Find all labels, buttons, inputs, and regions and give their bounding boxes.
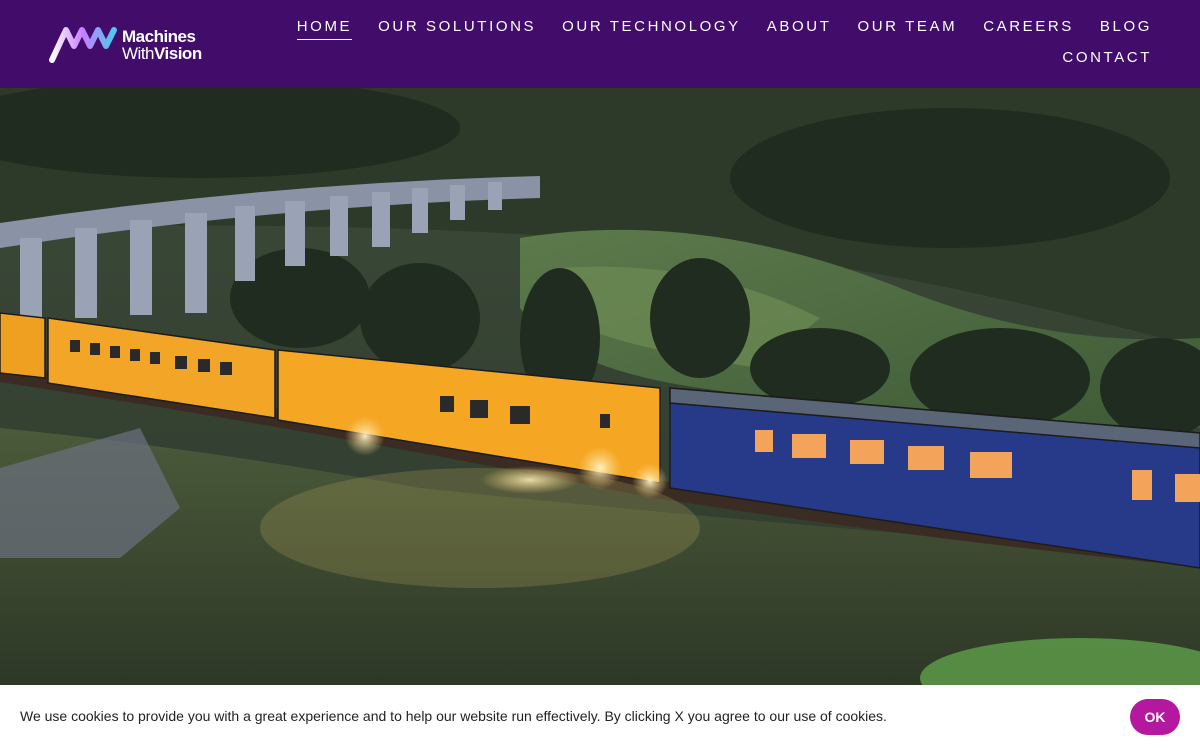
- nav-item-home[interactable]: Home: [296, 18, 353, 40]
- nav-item-blog[interactable]: Blog: [1100, 18, 1152, 40]
- nav-item-about[interactable]: About: [767, 18, 832, 40]
- nav-row-2: Contact: [272, 49, 1152, 70]
- cookie-banner: We use cookies to provide you with a gre…: [0, 685, 1200, 750]
- nav-item-contact[interactable]: Contact: [1062, 49, 1152, 70]
- brand-name-line1: Machines: [122, 27, 196, 46]
- cookie-message: We use cookies to provide you with a gre…: [20, 708, 887, 724]
- hero-image: [0, 88, 1200, 688]
- cookie-ok-button[interactable]: OK: [1130, 699, 1180, 735]
- brand-wordmark: Machines WithVision: [122, 28, 202, 62]
- nav-item-careers[interactable]: Careers: [983, 18, 1074, 40]
- nav-row-1: Home Our Solutions Our Technology About …: [272, 18, 1152, 40]
- nav-item-our-solutions[interactable]: Our Solutions: [378, 18, 536, 40]
- nav-item-our-technology[interactable]: Our Technology: [562, 18, 741, 40]
- hero-train-viaduct-illustration: [0, 88, 1200, 688]
- brand-name-vision: Vision: [154, 44, 202, 63]
- site-header: Machines WithVision Home Our Solutions O…: [0, 0, 1200, 88]
- brand-logo[interactable]: Machines WithVision: [48, 24, 218, 64]
- main-nav: Home Our Solutions Our Technology About …: [272, 18, 1152, 70]
- nav-item-our-team[interactable]: Our Team: [857, 18, 957, 40]
- brand-name-line2: WithVision: [122, 45, 202, 62]
- brand-name-with: With: [122, 44, 155, 63]
- mv-logo-icon: [49, 27, 117, 63]
